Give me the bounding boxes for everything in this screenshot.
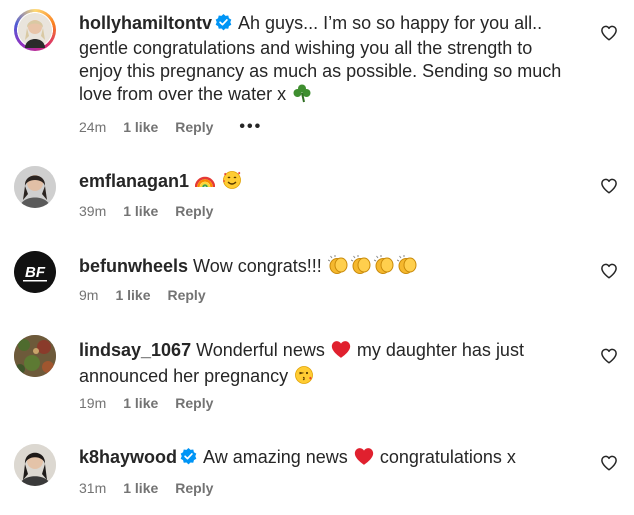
- reply-button[interactable]: Reply: [167, 287, 205, 303]
- avatar-image: [14, 444, 56, 486]
- more-options-button[interactable]: •••: [239, 118, 262, 136]
- like-count[interactable]: 1 like: [123, 119, 158, 135]
- comment-body-b: congratulations x: [379, 447, 516, 467]
- timestamp: 24m: [79, 119, 107, 135]
- heart-outline-icon[interactable]: [600, 24, 618, 42]
- rainbow-icon: [194, 170, 216, 196]
- avatar[interactable]: [14, 9, 56, 51]
- comment-body: Wow congrats!!!: [193, 256, 322, 276]
- clapping-hands-icon: [350, 255, 372, 281]
- username[interactable]: k8haywood: [79, 447, 177, 467]
- logo-text: BF: [25, 264, 46, 281]
- avatar[interactable]: [14, 166, 56, 208]
- avatar-image: [18, 13, 52, 48]
- verified-badge-icon: [215, 14, 232, 37]
- avatar[interactable]: [14, 444, 56, 486]
- like-count[interactable]: 1 like: [123, 203, 158, 219]
- heart-outline-icon[interactable]: [600, 347, 618, 365]
- avatar-logo: BF: [14, 251, 56, 293]
- comment-text: emflanagan1: [79, 170, 579, 196]
- comment-meta: 9m 1 like Reply: [79, 287, 206, 303]
- comment-text: hollyhamiltontv Ah guys... I’m so so hap…: [79, 12, 579, 109]
- timestamp: 9m: [79, 287, 99, 303]
- like-count[interactable]: 1 like: [115, 287, 150, 303]
- clapping-hands-icon: [373, 255, 395, 281]
- heart-outline-icon[interactable]: [600, 262, 618, 280]
- comment-body-a: Aw amazing news: [203, 447, 348, 467]
- reply-button[interactable]: Reply: [175, 395, 213, 411]
- comment-meta: 19m 1 like Reply: [79, 395, 213, 411]
- shamrock-icon: [292, 83, 312, 109]
- like-count[interactable]: 1 like: [123, 395, 158, 411]
- avatar-image: [14, 335, 56, 377]
- heart-outline-icon[interactable]: [600, 454, 618, 472]
- username[interactable]: lindsay_1067: [79, 340, 191, 360]
- timestamp: 39m: [79, 203, 107, 219]
- reply-button[interactable]: Reply: [175, 480, 213, 496]
- comment-text: lindsay_1067 Wonderful news my daughter …: [79, 339, 579, 391]
- verified-badge-icon: [180, 448, 197, 471]
- timestamp: 19m: [79, 395, 107, 411]
- heart-outline-icon[interactable]: [600, 177, 618, 195]
- comment-meta: 39m 1 like Reply: [79, 203, 213, 219]
- username[interactable]: befunwheels: [79, 256, 188, 276]
- username[interactable]: hollyhamiltontv: [79, 13, 212, 33]
- avatar[interactable]: [14, 335, 56, 377]
- smiling-face-with-hearts-icon: [222, 170, 242, 196]
- comment-body-a: Wonderful news: [196, 340, 325, 360]
- reply-button[interactable]: Reply: [175, 119, 213, 135]
- timestamp: 31m: [79, 480, 107, 496]
- like-count[interactable]: 1 like: [123, 480, 158, 496]
- clapping-hands-icon: [327, 255, 349, 281]
- red-heart-icon: [354, 447, 374, 472]
- face-blowing-kiss-icon: [294, 365, 314, 391]
- avatar[interactable]: BF: [14, 251, 56, 293]
- comment-meta: 24m 1 like Reply •••: [79, 118, 262, 136]
- comment-text: befunwheels Wow congrats!!!: [79, 255, 579, 281]
- red-heart-icon: [331, 340, 351, 365]
- clapping-hands-icon: [396, 255, 418, 281]
- comment-meta: 31m 1 like Reply: [79, 480, 213, 496]
- username[interactable]: emflanagan1: [79, 171, 189, 191]
- reply-button[interactable]: Reply: [175, 203, 213, 219]
- comment-text: k8haywood Aw amazing news congratulation…: [79, 446, 579, 472]
- avatar-image: [14, 166, 56, 208]
